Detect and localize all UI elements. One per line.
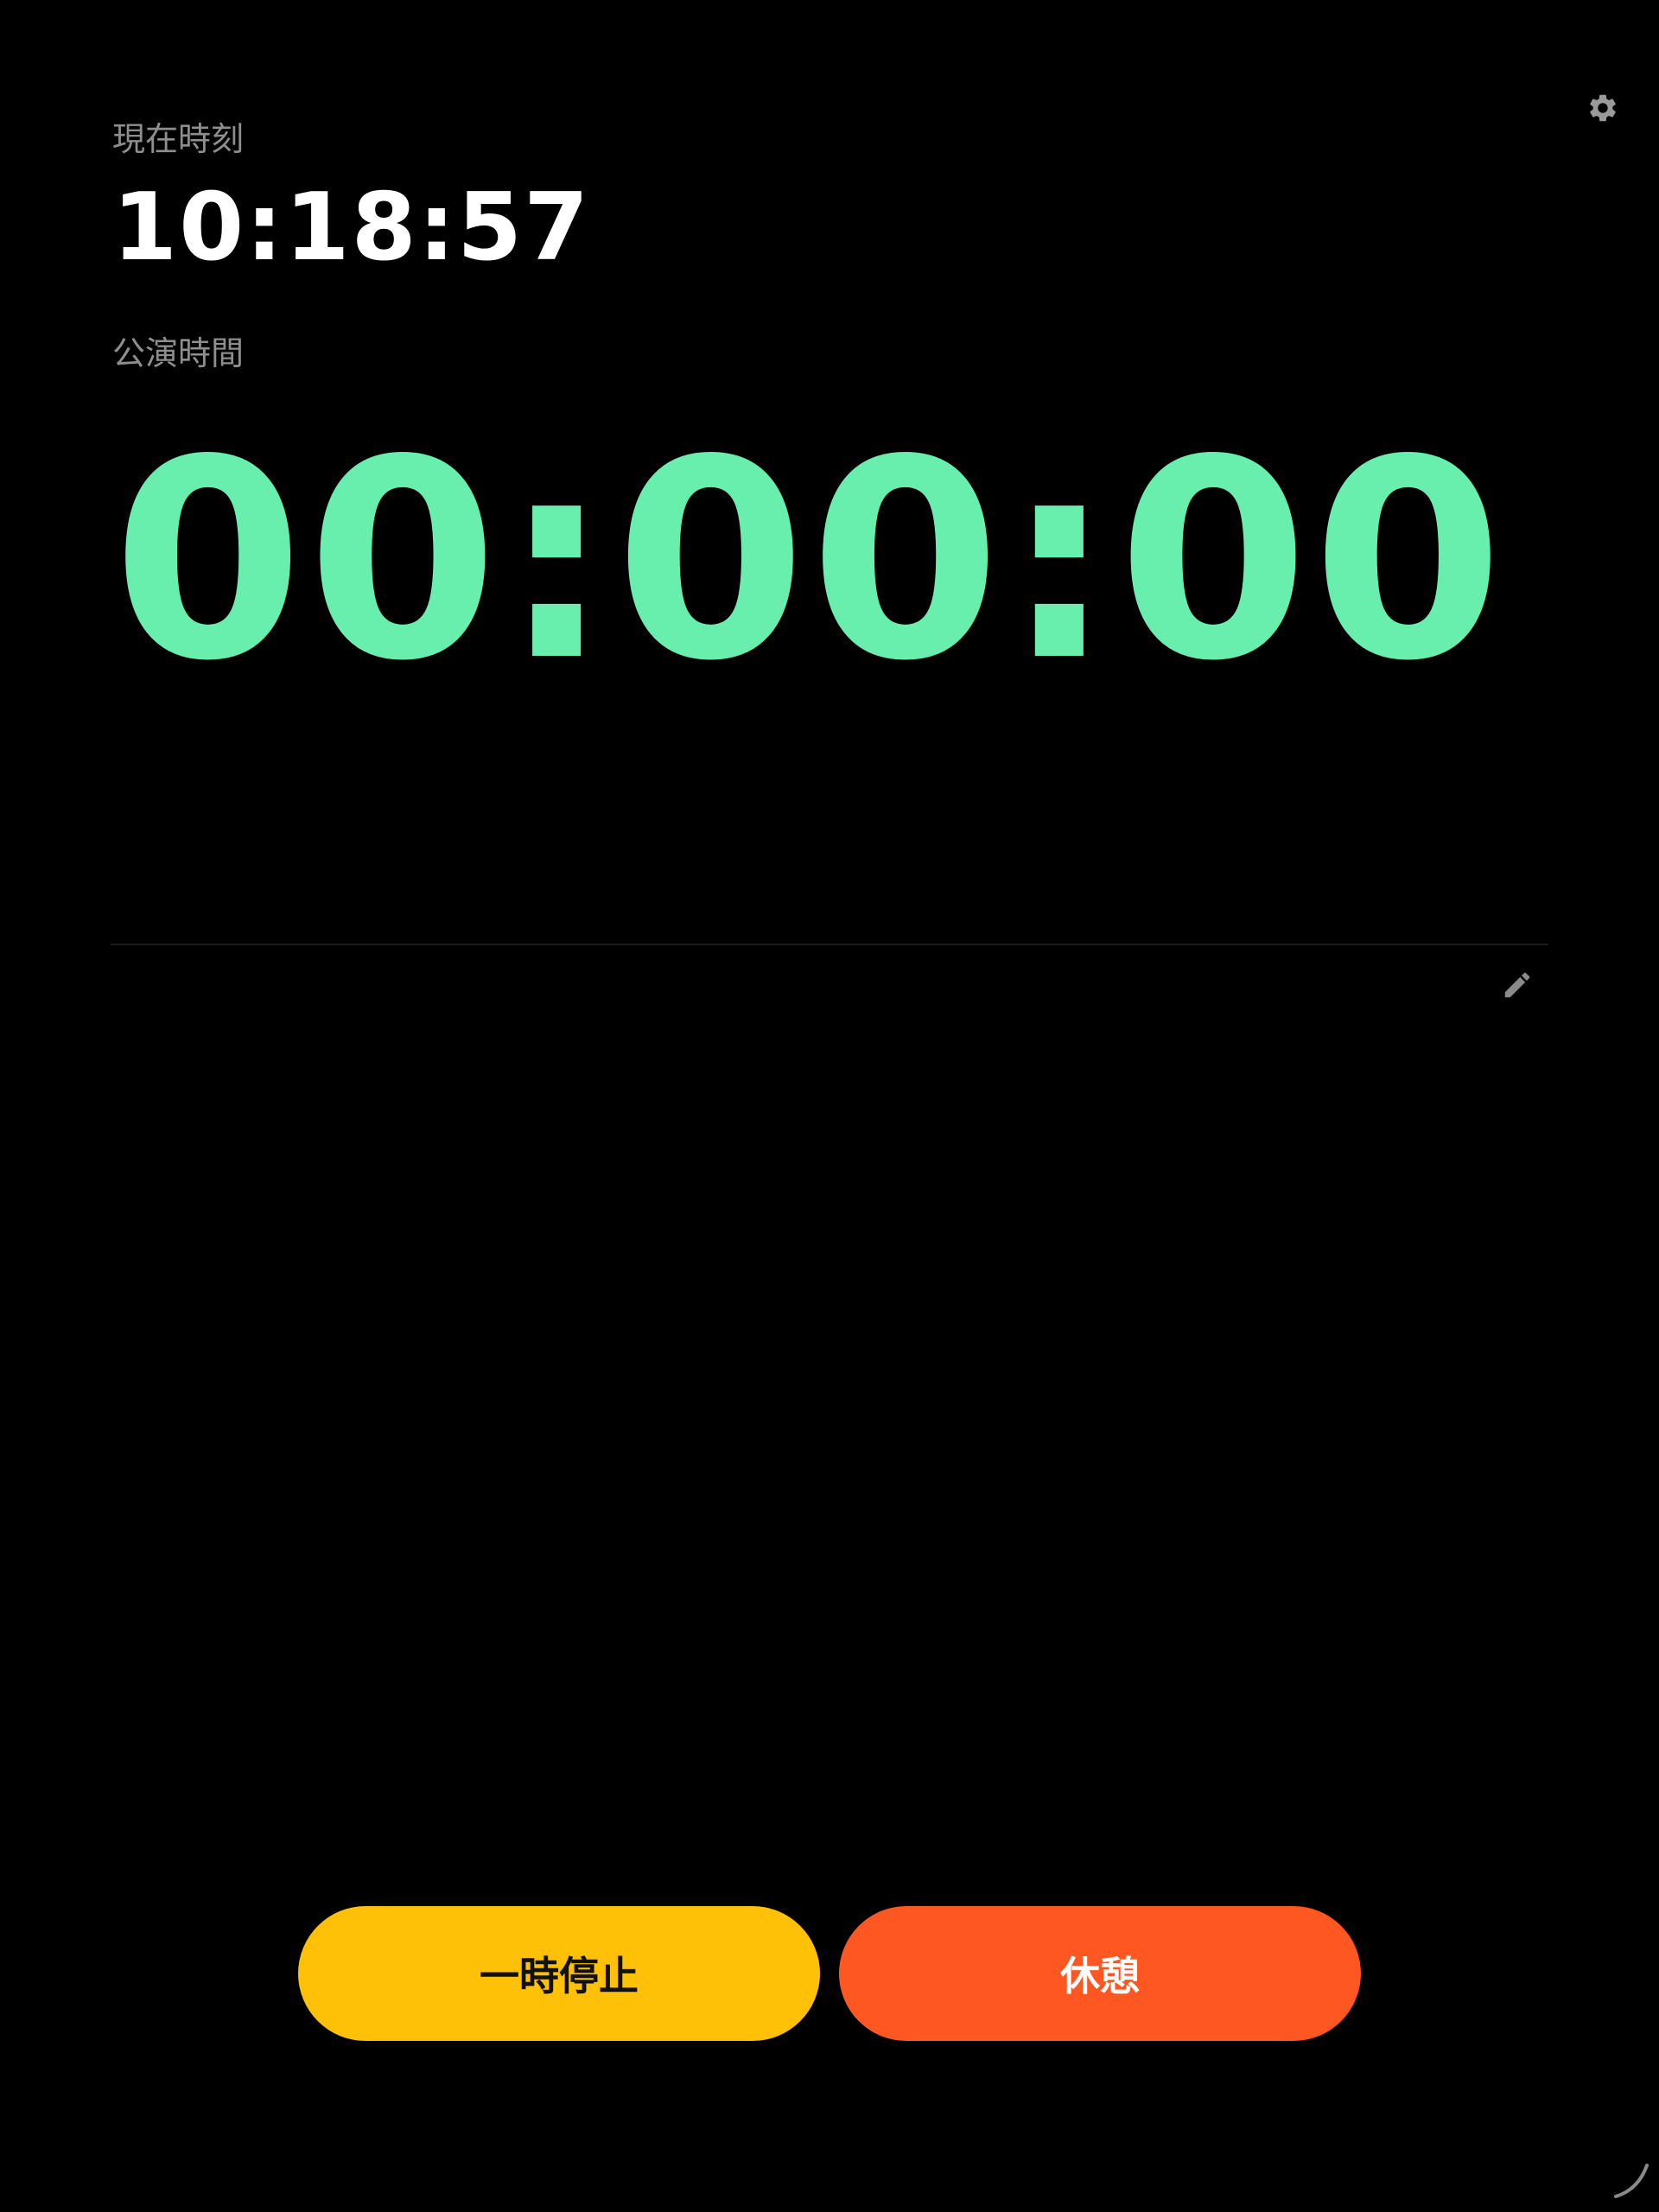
resize-handle-icon[interactable] <box>1607 2157 1652 2202</box>
performance-timer: 00:00:00 <box>112 401 1507 721</box>
pause-button[interactable]: 一時停止 <box>298 1906 820 2041</box>
settings-button[interactable] <box>1581 86 1624 130</box>
pencil-icon <box>1504 972 1530 998</box>
edit-notes-button[interactable] <box>1498 966 1536 1004</box>
gear-icon <box>1590 94 1616 122</box>
current-time-value: 10:18:57 <box>112 174 591 282</box>
break-button[interactable]: 休憩 <box>839 1906 1361 2041</box>
performance-time-label: 公演時間 <box>112 334 245 372</box>
divider <box>111 944 1548 945</box>
current-time-label: 現在時刻 <box>112 120 245 158</box>
